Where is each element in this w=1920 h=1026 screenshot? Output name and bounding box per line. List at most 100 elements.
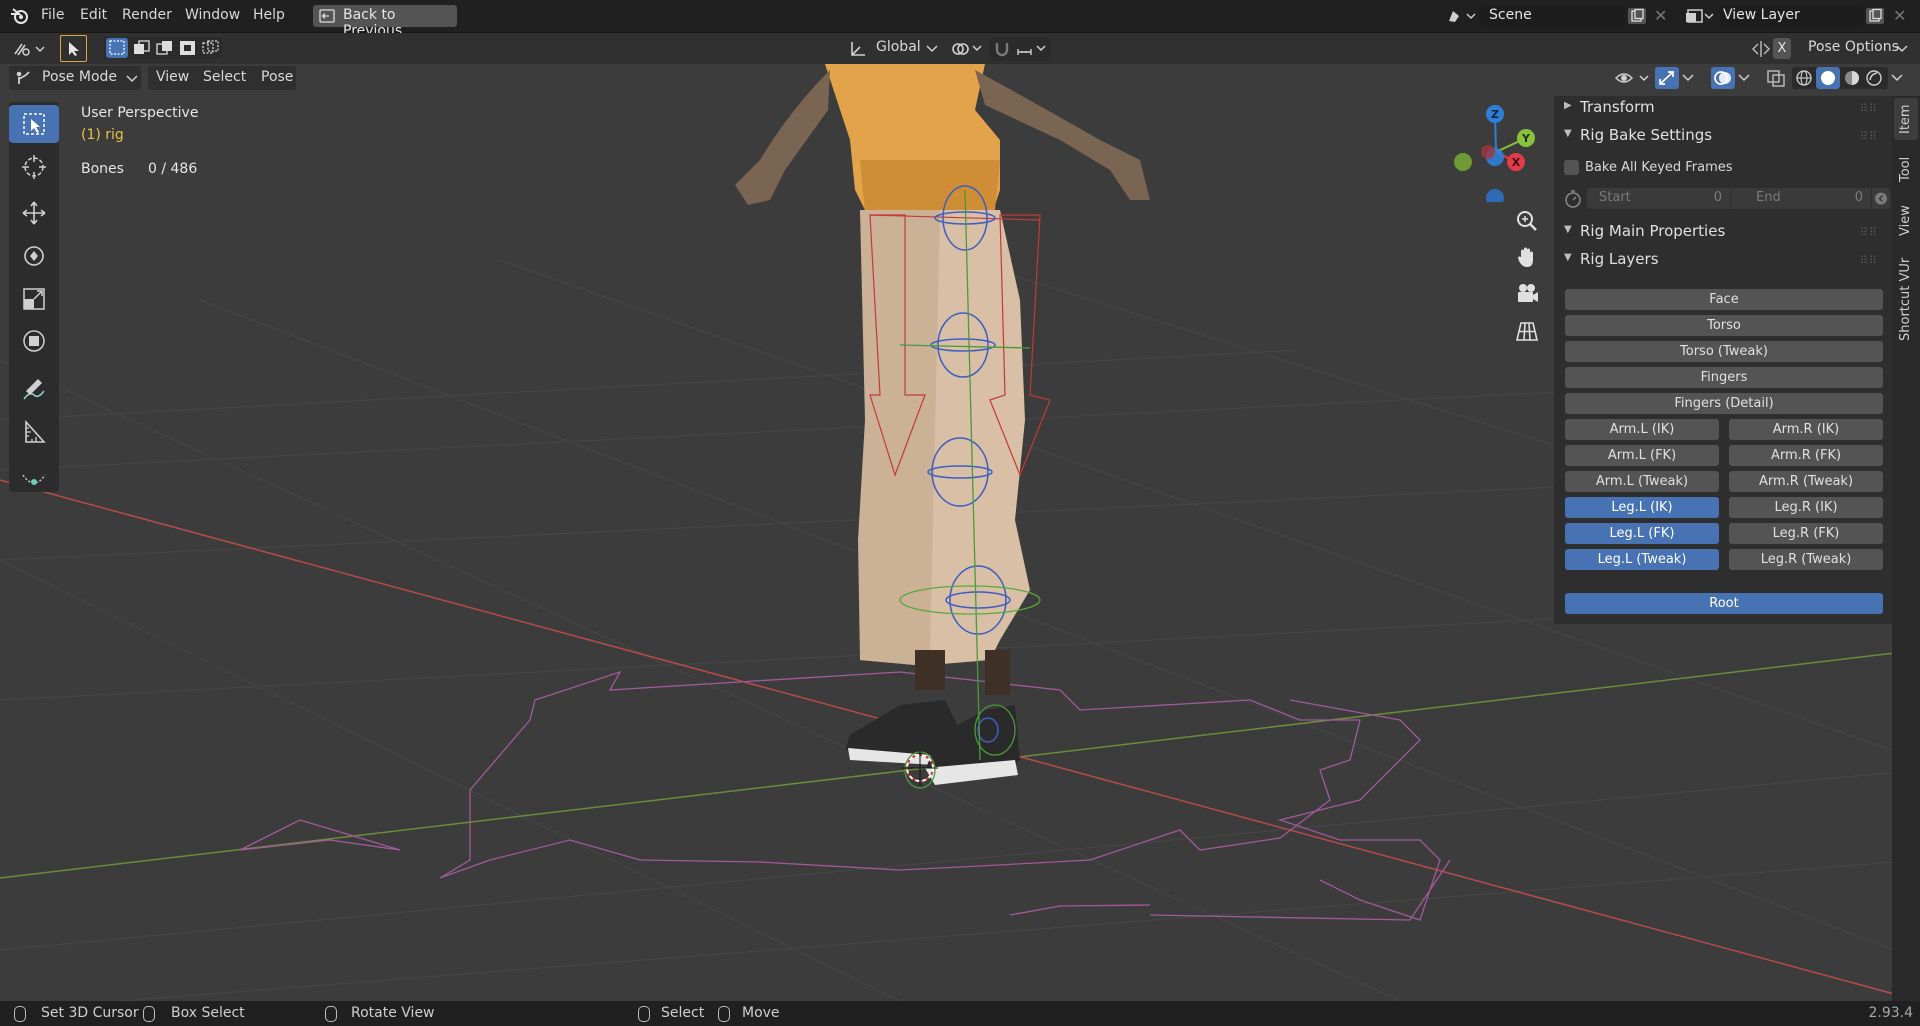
- pose-mode-icon: [16, 71, 30, 84]
- chevron-down-icon[interactable]: [1891, 73, 1903, 83]
- panel-rig-layers-header[interactable]: ▼ Rig Layers ⠿⠿: [1554, 248, 1892, 274]
- material-shading-icon[interactable]: [1843, 69, 1861, 87]
- perspective-toggle-button[interactable]: [1512, 316, 1542, 346]
- pan-button[interactable]: [1512, 242, 1542, 272]
- rig-layer-torso-button[interactable]: Torso: [1565, 315, 1883, 336]
- panel-transform-header[interactable]: ▶ Transform ⠿⠿: [1554, 96, 1892, 122]
- scene-icon[interactable]: [1447, 8, 1477, 24]
- rig-layer-arm-l-tweak-button[interactable]: Arm.L (Tweak): [1565, 471, 1719, 492]
- menu-window[interactable]: Window: [185, 7, 240, 23]
- rendered-shading-icon[interactable]: [1865, 69, 1883, 87]
- tool-cursor[interactable]: [9, 148, 59, 186]
- rig-layer-arm-l-ik-button[interactable]: Arm.L (IK): [1565, 419, 1719, 440]
- editor-type-icon[interactable]: [12, 40, 46, 58]
- rig-layer-arm-r-ik-button[interactable]: Arm.R (IK): [1729, 419, 1883, 440]
- xray-icon[interactable]: [1765, 68, 1787, 88]
- camera-view-button[interactable]: [1512, 279, 1542, 309]
- chevron-down-icon[interactable]: [926, 44, 938, 54]
- drag-handle-icon[interactable]: ⠿⠿: [1860, 102, 1878, 115]
- rig-layer-arm-l-fk-button[interactable]: Arm.L (FK): [1565, 445, 1719, 466]
- rig-layer-fingers-detail-button[interactable]: Fingers (Detail): [1565, 393, 1883, 414]
- transform-orientation-value[interactable]: Global: [876, 39, 921, 55]
- version-label: 2.93.4: [1868, 1005, 1913, 1021]
- select-intersect-icon[interactable]: [200, 38, 222, 58]
- menu-help[interactable]: Help: [253, 7, 285, 23]
- remove-scene-icon[interactable]: ✕: [1654, 6, 1667, 25]
- navigation-gizmo[interactable]: Z Y X: [1446, 102, 1546, 202]
- tab-shortcut-vur[interactable]: Shortcut VUr: [1894, 254, 1918, 344]
- blender-logo-icon[interactable]: [10, 7, 30, 25]
- tool-bone-envelope[interactable]: [9, 460, 59, 498]
- back-to-previous-button[interactable]: Back to Previous: [313, 5, 457, 39]
- end-frame-field[interactable]: End 0: [1731, 188, 1871, 209]
- view-layer-field[interactable]: View Layer: [1719, 6, 1863, 27]
- tool-select-box[interactable]: [9, 105, 59, 143]
- rig-layer-arm-r-tweak-button[interactable]: Arm.R (Tweak): [1729, 471, 1883, 492]
- rig-layer-leg-r-fk-button[interactable]: Leg.R (FK): [1729, 523, 1883, 544]
- x-mirror-toggle[interactable]: X: [1773, 38, 1791, 59]
- scene-field[interactable]: Scene: [1481, 6, 1625, 27]
- select-invert-icon[interactable]: [177, 38, 199, 58]
- rig-layer-leg-l-tweak-button[interactable]: Leg.L (Tweak): [1565, 549, 1719, 570]
- menu-view[interactable]: View: [156, 69, 189, 85]
- gizmo-toggle[interactable]: [1655, 67, 1679, 89]
- tab-item[interactable]: Item: [1894, 98, 1918, 140]
- snap-magnet-icon[interactable]: [992, 40, 1012, 58]
- tool-annotate[interactable]: [9, 370, 59, 408]
- wireframe-shading-icon[interactable]: [1795, 69, 1813, 87]
- rig-layer-face-button[interactable]: Face: [1565, 289, 1883, 310]
- view-layer-icon[interactable]: [1685, 8, 1715, 24]
- snap-increment-icon[interactable]: [1015, 40, 1049, 58]
- rig-layer-fingers-button[interactable]: Fingers: [1565, 367, 1883, 388]
- rig-layer-leg-l-ik-button[interactable]: Leg.L (IK): [1565, 497, 1719, 518]
- menu-file[interactable]: File: [41, 7, 64, 23]
- panel-rig-main-header[interactable]: ▼ Rig Main Properties ⠿⠿: [1554, 220, 1892, 246]
- new-scene-icon[interactable]: [1627, 7, 1647, 25]
- mode-selector[interactable]: Pose Mode: [9, 66, 141, 90]
- tool-scale[interactable]: [9, 280, 59, 318]
- rig-layer-leg-l-fk-button[interactable]: Leg.L (FK): [1565, 523, 1719, 544]
- menu-render[interactable]: Render: [122, 7, 172, 23]
- rig-layer-torso-tweak-button[interactable]: Torso (Tweak): [1565, 341, 1883, 362]
- select-new-button[interactable]: [106, 38, 128, 58]
- rig-layer-root-button[interactable]: Root: [1565, 593, 1883, 614]
- tool-move[interactable]: [9, 194, 59, 232]
- panel-rig-bake-header[interactable]: ▼ Rig Bake Settings ⠿⠿: [1554, 124, 1892, 150]
- drag-handle-icon[interactable]: ⠿⠿: [1860, 254, 1878, 267]
- active-tool-button[interactable]: [60, 35, 87, 62]
- status-set-cursor: Set 3D Cursor: [41, 1005, 139, 1021]
- tool-measure[interactable]: [9, 413, 59, 451]
- overlays-toggle[interactable]: [1711, 67, 1735, 89]
- zoom-button[interactable]: [1512, 206, 1542, 236]
- tab-view[interactable]: View: [1894, 198, 1918, 244]
- menu-pose[interactable]: Pose: [261, 69, 293, 85]
- rig-layer-leg-r-ik-button[interactable]: Leg.R (IK): [1729, 497, 1883, 518]
- remove-view-layer-icon[interactable]: ✕: [1893, 6, 1906, 25]
- select-extend-icon[interactable]: [131, 38, 153, 58]
- drag-handle-icon[interactable]: ⠿⠿: [1860, 226, 1878, 239]
- rig-layer-arm-r-fk-button[interactable]: Arm.R (FK): [1729, 445, 1883, 466]
- bake-all-checkbox[interactable]: [1564, 160, 1579, 175]
- pivot-point-icon[interactable]: [950, 39, 984, 59]
- tool-rotate[interactable]: [9, 237, 59, 275]
- chevron-down-icon[interactable]: [1738, 73, 1750, 83]
- transform-orientation-icon: [851, 42, 865, 56]
- solid-shading-button[interactable]: [1816, 67, 1840, 89]
- snapping-group: [989, 37, 1051, 61]
- drag-handle-icon[interactable]: ⠿⠿: [1860, 130, 1878, 143]
- chevron-down-icon[interactable]: [1896, 44, 1908, 54]
- chevron-down-icon[interactable]: [1682, 73, 1694, 83]
- overlays-icon: [1714, 71, 1731, 85]
- visibility-icon[interactable]: [1613, 68, 1653, 88]
- start-frame-field[interactable]: Start 0: [1587, 188, 1730, 209]
- frame-range-button[interactable]: [1872, 188, 1890, 209]
- pose-options-dropdown[interactable]: Pose Options: [1808, 39, 1899, 55]
- menu-edit[interactable]: Edit: [80, 7, 107, 23]
- mirror-icon[interactable]: [1751, 40, 1771, 58]
- tool-transform[interactable]: [9, 322, 59, 360]
- menu-select[interactable]: Select: [203, 69, 246, 85]
- rig-layer-leg-r-tweak-button[interactable]: Leg.R (Tweak): [1729, 549, 1883, 570]
- tab-tool[interactable]: Tool: [1894, 148, 1918, 190]
- select-subtract-icon[interactable]: [154, 38, 176, 58]
- new-view-layer-icon[interactable]: [1865, 7, 1885, 25]
